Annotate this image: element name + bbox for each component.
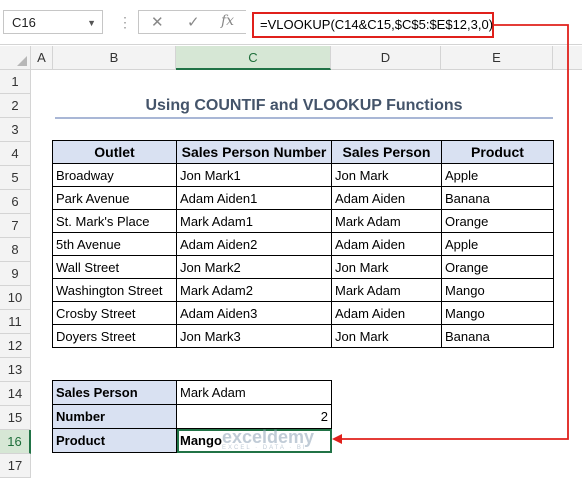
connector-line (336, 24, 569, 440)
arrowhead-icon (332, 434, 342, 444)
formula-arrow-connector (332, 24, 569, 444)
